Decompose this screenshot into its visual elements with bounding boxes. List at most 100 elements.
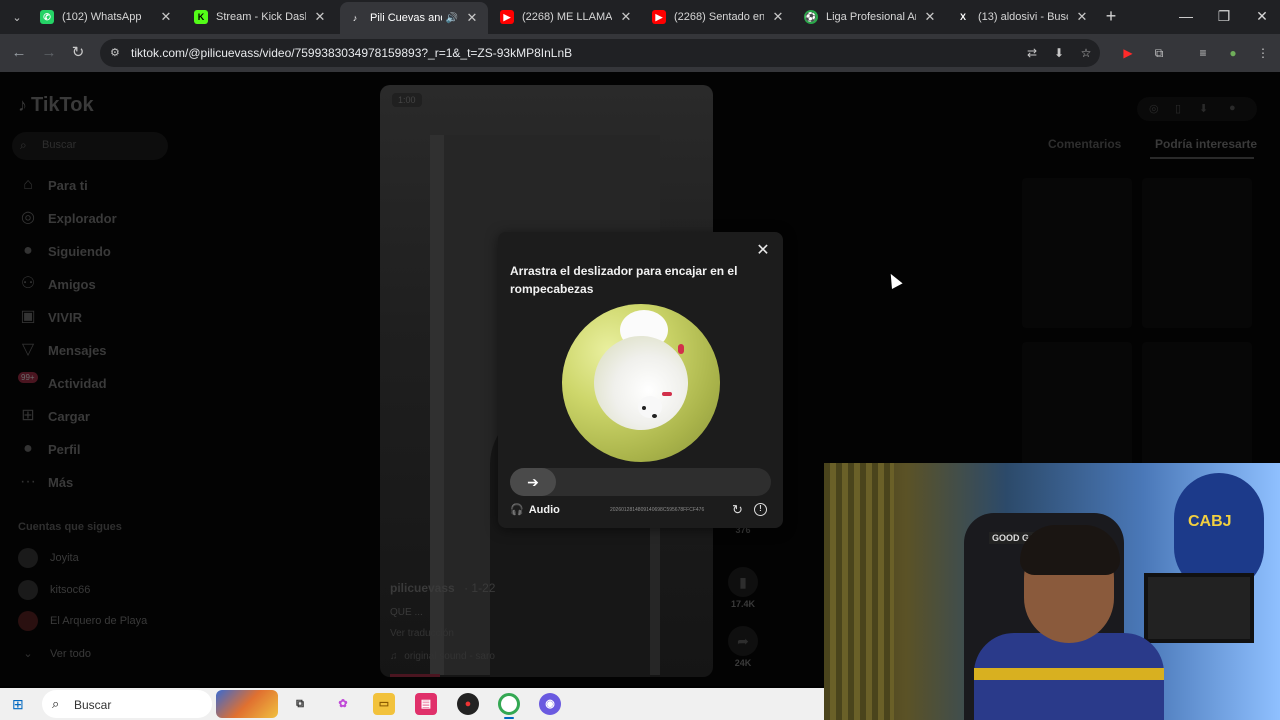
site-settings-icon[interactable]: ⚙ — [110, 46, 124, 60]
x-icon: X — [959, 12, 966, 22]
suggested-video-thumbnail[interactable] — [1142, 178, 1252, 328]
nav-para-ti[interactable]: ⌂ Para ti — [18, 173, 88, 197]
chrome-icon[interactable] — [498, 693, 520, 715]
extensions-puzzle-icon[interactable]: ⧉ — [1151, 45, 1167, 61]
close-icon[interactable]: ✕ — [464, 10, 480, 26]
info-icon[interactable]: ! — [754, 503, 767, 516]
nav-explorador[interactable]: ◎ Explorador — [18, 206, 117, 230]
chevron-down-icon: ⌄ — [23, 648, 33, 660]
compass-icon: ◎ — [21, 209, 35, 226]
nav-mas[interactable]: ··· Más — [18, 470, 73, 494]
nav-amigos[interactable]: ⚇ Amigos — [18, 272, 96, 296]
app-icon[interactable]: ▤ — [415, 693, 437, 715]
copilot-icon[interactable]: ✿ — [332, 693, 354, 715]
close-icon[interactable]: ✕ — [618, 9, 634, 25]
tab-x[interactable]: X (13) aldosivi - Buscar ✕ — [948, 4, 1098, 30]
account-name: Joyita — [50, 552, 79, 564]
search-highlight-image[interactable] — [216, 690, 278, 718]
address-bar[interactable]: ⚙ tiktok.com/@pilicuevass/video/75993830… — [100, 39, 1100, 67]
back-icon[interactable]: ← — [10, 44, 28, 62]
nav-siguiendo[interactable]: ● Siguiendo — [18, 239, 111, 263]
profile-avatar[interactable]: ● — [1225, 45, 1241, 61]
search-icon: ⌕ — [20, 138, 27, 152]
youtube-extension-icon[interactable]: ▶ — [1120, 45, 1136, 61]
video-sound[interactable]: ♫ original sound - saro — [390, 651, 495, 662]
messages-icon: ▽ — [21, 341, 35, 358]
following-account[interactable]: Joyita — [18, 547, 79, 569]
suggested-video-thumbnail[interactable] — [1022, 178, 1132, 328]
close-icon[interactable]: ✕ — [922, 9, 938, 25]
nav-vivir[interactable]: ▣ VIVIR — [18, 305, 82, 329]
whatsapp-icon: ✆ — [40, 10, 54, 24]
video-caption: QUE ... — [390, 607, 423, 618]
install-app-icon[interactable]: ⬇ — [1051, 45, 1067, 61]
compass-icon[interactable]: ◎ — [1149, 102, 1159, 115]
arrow-right-icon: ➔ — [527, 474, 539, 490]
user-avatar[interactable]: ● — [1229, 102, 1236, 114]
close-icon[interactable]: ✕ — [158, 9, 174, 25]
tab-liga[interactable]: ⚽ Liga Profesional Arge ✕ — [796, 4, 946, 30]
tab-whatsapp[interactable]: ✆ (102) WhatsApp ✕ — [32, 4, 182, 30]
taskbar-search[interactable]: ⌕ Buscar — [42, 690, 212, 718]
following-section-title: Cuentas que sigues — [18, 521, 122, 533]
forward-icon[interactable]: → — [40, 44, 58, 62]
tab-search-chevron-icon[interactable]: ⌄ — [6, 6, 28, 28]
tab-youtube-1[interactable]: ▶ (2268) ME LLAMA - I ✕ — [492, 4, 642, 30]
translate-link[interactable]: Ver traducción — [390, 628, 454, 639]
close-icon[interactable]: ✕ — [770, 9, 786, 25]
following-account[interactable]: kitsoc66 — [18, 579, 90, 601]
tab-kick[interactable]: K Stream - Kick Dashbo ✕ — [186, 4, 336, 30]
menu-kebab-icon[interactable]: ⋮ — [1255, 45, 1271, 61]
bookmark-star-icon[interactable]: ☆ — [1078, 45, 1094, 61]
task-view-icon[interactable]: ⧉ — [289, 693, 311, 715]
bookmark-icon[interactable]: ▮ — [728, 567, 758, 597]
close-icon[interactable]: ✕ — [312, 9, 328, 25]
tab-tiktok-active[interactable]: ♪ Pili Cuevas and H 🔊 ✕ — [340, 2, 488, 34]
refresh-icon[interactable]: ↻ — [732, 502, 743, 518]
nav-perfil[interactable]: ● Perfil — [18, 437, 80, 461]
following-icon: ● — [23, 242, 33, 259]
window-close-icon[interactable]: ✕ — [1252, 8, 1272, 25]
tiktok-logo[interactable]: ♪ TikTok — [18, 94, 94, 117]
restore-icon[interactable]: ❐ — [1214, 8, 1234, 25]
download-icon[interactable]: ⬇ — [1199, 102, 1208, 115]
see-all-link[interactable]: ⌄ Ver todo — [18, 643, 91, 665]
windows-start-icon[interactable]: ⊞ — [12, 696, 24, 713]
tab-comentarios[interactable]: Comentarios — [1048, 137, 1121, 151]
phone-icon[interactable]: ▯ — [1175, 102, 1181, 115]
nav-label: Mensajes — [48, 342, 107, 358]
audio-captcha-button[interactable]: 🎧 Audio — [510, 503, 560, 517]
speaker-icon[interactable]: 🔊 — [446, 13, 458, 24]
puzzle-dog-eye — [642, 406, 646, 410]
video-progress-bar[interactable] — [390, 674, 440, 677]
reload-icon[interactable]: ↻ — [69, 44, 87, 62]
following-account[interactable]: El Arquero de Playa — [18, 610, 147, 632]
captcha-slider-handle[interactable]: ➔ — [510, 468, 556, 496]
file-explorer-icon[interactable]: ▭ — [373, 693, 395, 715]
minimize-icon[interactable]: — — [1176, 8, 1196, 24]
tab-youtube-2[interactable]: ▶ (2268) Sentado en la ✕ — [644, 4, 794, 30]
video-author[interactable]: pilicuevass · 1-22 — [390, 581, 495, 595]
new-tab-plus-icon[interactable]: + — [1102, 7, 1120, 25]
nav-mensajes[interactable]: ▽ Mensajes — [18, 338, 107, 362]
close-icon[interactable]: ✕ — [754, 242, 772, 260]
tab-podria-interesarte[interactable]: Podría interesarte — [1155, 137, 1257, 151]
tab-title: Stream - Kick Dashbo — [216, 11, 306, 23]
account-name: El Arquero de Playa — [50, 615, 148, 627]
nav-actividad[interactable]: Actividad — [18, 371, 107, 395]
media-control-icon[interactable]: ≡ — [1195, 45, 1211, 61]
obs-icon[interactable]: ● — [457, 693, 479, 715]
share-icon[interactable]: ➦ — [728, 626, 758, 656]
url-text[interactable]: tiktok.com/@pilicuevass/video/7599383034… — [131, 46, 572, 60]
home-icon: ⌂ — [23, 176, 33, 193]
discord-icon[interactable]: ◉ — [539, 693, 561, 715]
nav-cargar[interactable]: ⊞ Cargar — [18, 404, 90, 428]
translate-icon[interactable]: ⇄ — [1024, 45, 1040, 61]
friends-icon: ⚇ — [20, 275, 36, 292]
share-action[interactable]: ➦ 24K — [728, 626, 758, 668]
captcha-id: 2026012814809140698C595678FFCF476 — [610, 507, 705, 513]
bookmark-action[interactable]: ▮ 17.4K — [728, 567, 758, 609]
search-input[interactable]: ⌕ Buscar — [12, 132, 168, 160]
windows-taskbar: ⊞ ⌕ Buscar ⧉ ✿ ▭ ▤ ● ◉ — [0, 688, 824, 720]
close-icon[interactable]: ✕ — [1074, 9, 1090, 25]
